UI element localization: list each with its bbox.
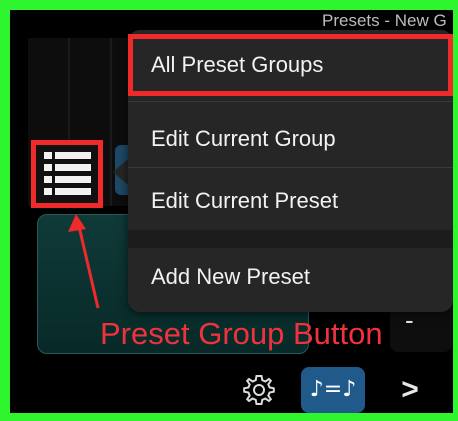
screenshot-frame: Presets - New G - All Preset Groups Edit… — [0, 0, 458, 421]
page-title: Presets - New G — [322, 11, 447, 30]
menu-item-add-new-preset[interactable]: Add New Preset — [128, 246, 453, 308]
menu-divider — [128, 101, 453, 102]
menu-item-edit-current-group[interactable]: Edit Current Group — [128, 108, 453, 170]
tempo-button[interactable]: ♪=♪ — [301, 367, 365, 413]
list-icon — [44, 152, 91, 195]
next-button[interactable]: > — [395, 372, 425, 408]
app-window: Presets - New G - All Preset Groups Edit… — [10, 10, 453, 413]
panel-stripe — [110, 38, 112, 206]
gear-icon[interactable] — [242, 373, 276, 407]
callout-label: Preset Group Button — [100, 316, 383, 351]
menu-pointer — [113, 158, 129, 186]
menu-divider — [128, 167, 453, 168]
menu-item-edit-current-preset[interactable]: Edit Current Preset — [128, 170, 453, 232]
preset-group-button[interactable] — [31, 140, 103, 208]
preset-menu: All Preset Groups Edit Current Group Edi… — [128, 30, 453, 312]
menu-item-all-preset-groups[interactable]: All Preset Groups — [128, 34, 453, 96]
